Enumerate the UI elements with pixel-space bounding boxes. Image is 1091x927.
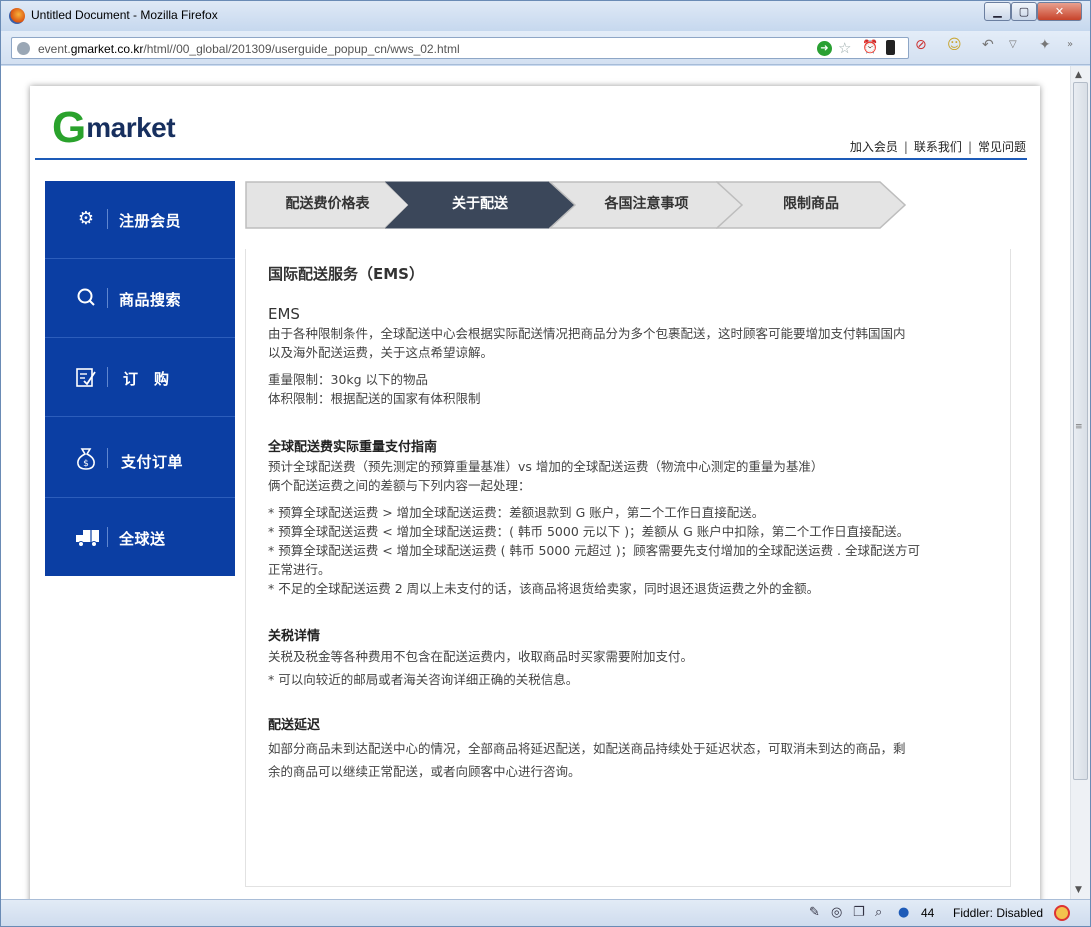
blocked-icon[interactable]: [1054, 905, 1070, 921]
bookmark-star-icon[interactable]: ☆: [838, 39, 851, 57]
delivery-truck-icon: [75, 526, 99, 548]
sidebar-item-search[interactable]: 商品搜索: [45, 260, 235, 338]
window-title: Untitled Document - Mozilla Firefox: [31, 8, 218, 22]
svg-text:$: $: [83, 459, 89, 469]
guide-item: * 预算全球配送运费 < 增加全球配送运费：( 韩币 5000 元以下 )；差额…: [268, 524, 910, 539]
sidebar-item-payment[interactable]: $ 支付订单: [45, 418, 235, 498]
navigation-bar: event.gmarket.co.kr/html//00_global/2013…: [1, 31, 1090, 65]
delay-description-2: 余的商品可以继续正常配送，或者向顾客中心进行咨询。: [268, 764, 581, 779]
link-join[interactable]: 加入会员: [850, 140, 898, 154]
logo-text: market: [86, 112, 176, 143]
firefox-icon: [9, 8, 25, 24]
link-faq[interactable]: 常见问题: [978, 140, 1026, 154]
clock-icon[interactable]: ⏰: [862, 40, 878, 55]
url-path: /html//00_global/201309/userguide_popup_…: [143, 42, 460, 56]
tax-description: 关税及税金等各种费用不包含在配送运费内，收取商品时买家需要附加支付。: [268, 649, 694, 664]
close-button[interactable]: ✕: [1037, 2, 1082, 21]
guide-item: * 预算全球配送运费 < 增加全球配送运费 ( 韩币 5000 元超过 )；顾客…: [268, 543, 920, 558]
logo-g: G: [52, 103, 87, 152]
tab-label: 关于配送: [452, 196, 508, 212]
guide-description-1: 预计全球配送费（预先测定的预算重量基准）vs 增加的全球配送运费（物流中心测定的…: [268, 459, 824, 474]
popup-page: Gmarket 加入会员 | 联系我们 | 常见问题 ⚙ 注册会员 商品搜索 订…: [30, 86, 1040, 899]
sidebar-item-label: 支付订单: [121, 453, 184, 471]
sidebar-item-global-delivery[interactable]: 全球送: [45, 499, 235, 577]
content-panel: 国际配送服务（EMS） EMS 由于各种限制条件，全球配送中心会根据实际配送情况…: [245, 249, 1011, 887]
title-bar: Untitled Document - Mozilla Firefox ▁ ▢ …: [1, 1, 1090, 31]
scroll-up-arrow-icon[interactable]: ▲: [1075, 70, 1082, 80]
money-bag-icon: $: [75, 447, 97, 470]
url-text[interactable]: event.gmarket.co.kr/html//00_global/2013…: [38, 42, 460, 56]
sidebar-item-order[interactable]: 订 购: [45, 339, 235, 417]
sidebar-item-label: 注册会员: [119, 212, 182, 230]
mask-icon[interactable]: ◎: [831, 905, 842, 920]
tax-heading: 关税详情: [268, 629, 321, 644]
browser-window: Untitled Document - Mozilla Firefox ▁ ▢ …: [0, 0, 1091, 927]
windows-icon[interactable]: ❐: [853, 905, 865, 920]
delay-description-1: 如部分商品未到达配送中心的情况，全部商品将延迟配送，如配送商品持续处于延迟状态，…: [268, 741, 906, 756]
guide-description-2: 俩个配送运费之间的差额与下列内容一起处理：: [268, 478, 531, 493]
sidebar-item-label: 商品搜索: [119, 291, 182, 309]
header-divider: [35, 158, 1027, 160]
broom-icon[interactable]: ✎: [809, 905, 820, 920]
ems-heading: EMS: [268, 305, 300, 323]
back-arrow-icon[interactable]: ↶: [982, 37, 994, 53]
gmarket-logo[interactable]: Gmarket: [52, 103, 176, 152]
gear-icon: ⚙: [77, 208, 95, 229]
tab-restricted-goods[interactable]: 限制商品: [716, 181, 906, 229]
globe-icon: [17, 42, 30, 55]
go-arrow-icon[interactable]: ➜: [817, 41, 832, 56]
address-bar[interactable]: event.gmarket.co.kr/html//00_global/2013…: [11, 37, 909, 59]
guide-item: 正常进行。: [268, 562, 331, 577]
maximize-button[interactable]: ▢: [1011, 2, 1037, 21]
order-form-icon: [75, 366, 97, 388]
tab-label: 限制商品: [783, 196, 839, 212]
sidebar-item-label: 订 购: [123, 370, 170, 388]
tab-label: 配送费价格表: [285, 196, 370, 212]
tab-country-notes[interactable]: 各国注意事项: [549, 181, 744, 229]
sidebar-item-label: 全球送: [119, 530, 166, 548]
block-icon[interactable]: ⊘: [915, 37, 927, 53]
overflow-chevron-icon[interactable]: »: [1067, 39, 1073, 50]
search-icon: [75, 287, 97, 309]
link-contact[interactable]: 联系我们: [914, 140, 962, 154]
delay-heading: 配送延迟: [268, 718, 321, 733]
phone-icon[interactable]: [886, 40, 895, 55]
tab-about-delivery[interactable]: 关于配送: [385, 181, 575, 229]
status-bar: ✎ ◎ ❐ ⌕ ● 44 Fiddler: Disabled: [1, 899, 1090, 926]
scroll-grip-icon: ≡: [1075, 422, 1083, 432]
status-count: 44: [921, 906, 935, 920]
page-title: 国际配送服务（EMS）: [268, 265, 424, 283]
page-viewport: Gmarket 加入会员 | 联系我们 | 常见问题 ⚙ 注册会员 商品搜索 订…: [1, 66, 1070, 899]
addon-icon[interactable]: ☺: [947, 37, 962, 53]
tools-icon[interactable]: ✦: [1039, 37, 1051, 53]
tax-note: * 可以向较近的邮局或者海关咨询详细正确的关税信息。: [268, 672, 579, 687]
history-dropdown-icon[interactable]: ▽: [1009, 39, 1017, 50]
tab-label: 各国注意事项: [604, 196, 689, 212]
vertical-scrollbar[interactable]: ▲ ≡ ▼: [1070, 66, 1090, 899]
guide-item: * 不足的全球配送运费 2 周以上未支付的话，该商品将退货给卖家，同时退还退货运…: [268, 581, 820, 596]
sidebar-item-register[interactable]: ⚙ 注册会员: [45, 181, 235, 259]
ems-description-1: 由于各种限制条件，全球配送中心会根据实际配送情况把商品分为多个包裹配送，这时顾客…: [268, 326, 906, 341]
search-icon[interactable]: ⌕: [875, 905, 882, 920]
minimize-button[interactable]: ▁: [984, 2, 1011, 21]
scroll-down-arrow-icon[interactable]: ▼: [1075, 885, 1082, 895]
url-domain: gmarket.co.kr: [70, 42, 144, 56]
sidebar: ⚙ 注册会员 商品搜索 订 购 $ 支付订单 全球送: [45, 181, 235, 576]
top-links: 加入会员 | 联系我们 | 常见问题: [849, 140, 1026, 154]
volume-limit: 体积限制：根据配送的国家有体积限制: [268, 391, 481, 406]
ems-description-2: 以及海外配送运费，关于这点希望谅解。: [268, 345, 494, 360]
counter-icon[interactable]: ●: [898, 905, 909, 920]
weight-limit: 重量限制：30kg 以下的物品: [268, 372, 429, 387]
guide-heading: 全球配送费实际重量支付指南: [268, 440, 438, 455]
tab-bar: 配送费价格表 关于配送 各国注意事项 限制商品: [245, 181, 945, 229]
fiddler-status[interactable]: Fiddler: Disabled: [953, 906, 1043, 920]
guide-item: * 预算全球配送运费 > 增加全球配送运费：差额退款到 G 账户，第二个工作日直…: [268, 505, 765, 520]
url-prefix: event.: [38, 42, 71, 56]
